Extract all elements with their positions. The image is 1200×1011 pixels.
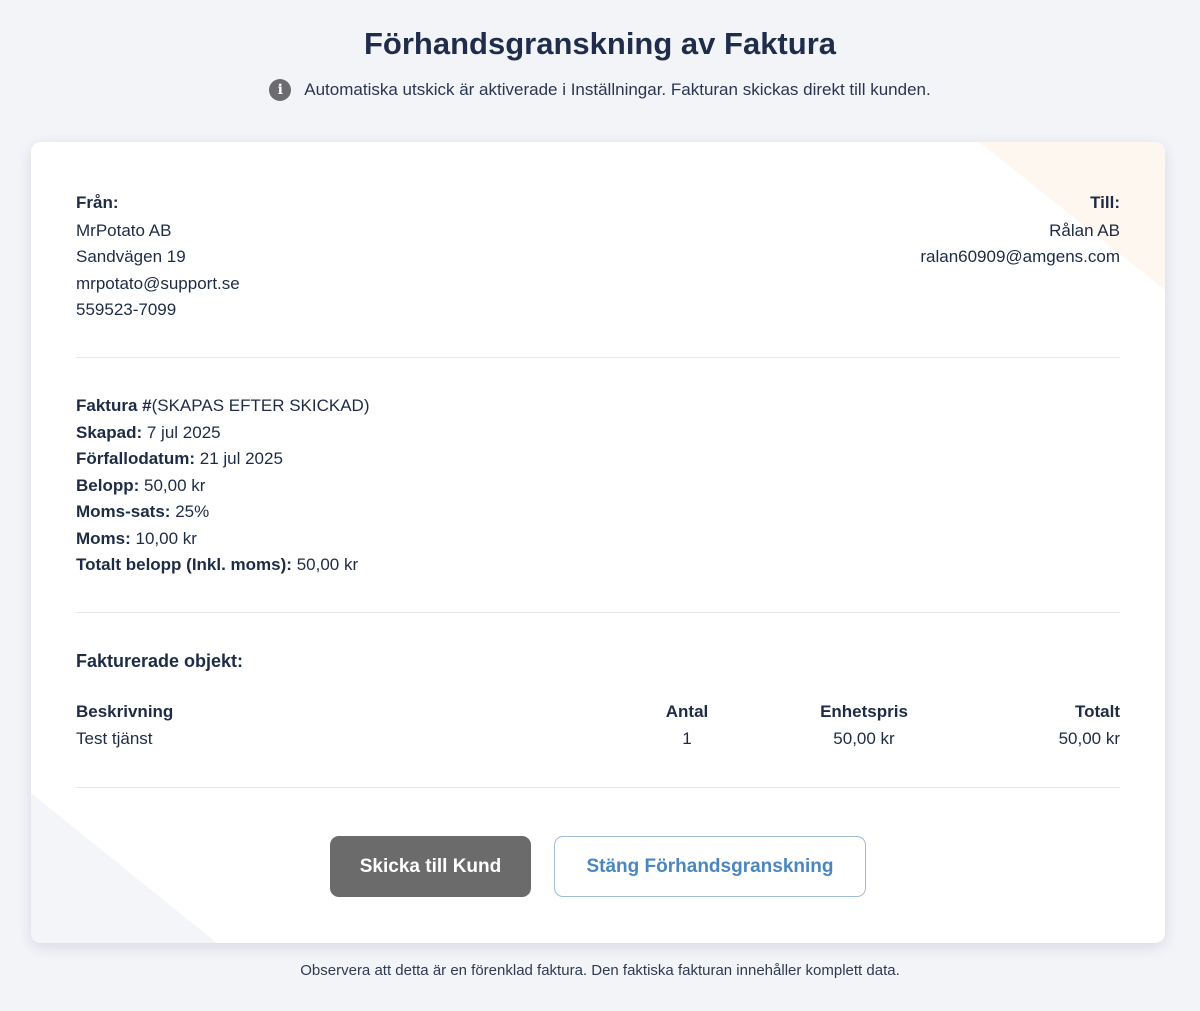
vat-value: 10,00 kr [135, 528, 197, 548]
sender-org-number: 559523-7099 [76, 300, 177, 319]
invoice-number-row: Faktura #(SKAPAS EFTER SKICKAD) [76, 393, 370, 420]
send-to-customer-button[interactable]: Skicka till Kund [330, 836, 531, 897]
invoice-number-label: Faktura # [76, 396, 152, 415]
divider [76, 787, 1120, 788]
item-quantity: 1 [682, 729, 692, 748]
recipient-block: Till: Rålan AB ralan60909@amgens.com [920, 190, 1120, 271]
due-date-value: 21 jul 2025 [199, 449, 283, 468]
vat-label: Moms: [76, 528, 131, 548]
sender-email: mrpotato@support.se [76, 273, 240, 293]
info-icon: i [269, 79, 292, 101]
vat-rate-value: 25% [175, 502, 210, 521]
recipient-email: ralan60909@amgens.com [920, 247, 1120, 266]
sender-address: Sandvägen 19 [76, 247, 186, 266]
created-row: Skapad: 7 jul 2025 [76, 420, 370, 447]
created-label: Skapad: [76, 422, 143, 442]
sender-name: MrPotato AB [76, 220, 172, 240]
due-date-row: Förfallodatum: 21 jul 2025 [76, 446, 370, 473]
items-title: Fakturerade objekt: [76, 651, 244, 671]
divider [76, 357, 1120, 358]
auto-send-notice: i Automatiska utskick är aktiverade i In… [0, 79, 1200, 101]
footer-note: Observera att detta är en förenklad fakt… [300, 962, 900, 979]
sender-block: Från: MrPotato AB Sandvägen 19 mrpotato@… [76, 190, 240, 324]
divider [76, 612, 1120, 613]
total-label: Totalt belopp (Inkl. moms): [76, 555, 292, 574]
vat-row: Moms: 10,00 kr [76, 526, 370, 553]
vat-rate-label: Moms-sats: [76, 502, 171, 521]
column-header-total: Totalt [1074, 702, 1120, 721]
corner-decoration [31, 793, 217, 943]
recipient-name: Rålan AB [1049, 220, 1120, 240]
invoice-preview-card: Från: MrPotato AB Sandvägen 19 mrpotato@… [31, 142, 1165, 943]
recipient-heading: Till: [1090, 193, 1120, 212]
amount-label: Belopp: [76, 475, 140, 495]
amount-row: Belopp: 50,00 kr [76, 473, 370, 500]
total-row: Totalt belopp (Inkl. moms): 50,00 kr [76, 552, 370, 579]
item-total: 50,00 kr [1058, 729, 1120, 748]
column-header-quantity: Antal [665, 702, 709, 721]
column-header-unit-price: Enhetspris [820, 702, 908, 721]
vat-rate-row: Moms-sats: 25% [76, 499, 370, 526]
item-description: Test tjänst [76, 729, 153, 748]
close-preview-button[interactable]: Stäng Förhandsgranskning [554, 836, 866, 897]
amount-value: 50,00 kr [144, 475, 206, 495]
column-header-description: Beskrivning [76, 702, 174, 721]
page-title: Förhandsgranskning av Faktura [364, 26, 836, 61]
item-unit-price: 50,00 kr [833, 729, 895, 748]
invoice-number-value: (SKAPAS EFTER SKICKAD) [151, 396, 370, 415]
total-value: 50,00 kr [296, 555, 359, 574]
notice-text: Automatiska utskick är aktiverade i Inst… [304, 80, 931, 99]
sender-heading: Från: [76, 193, 119, 212]
due-date-label: Förfallodatum: [76, 449, 195, 468]
created-value: 7 jul 2025 [146, 422, 221, 442]
invoice-details: Faktura #(SKAPAS EFTER SKICKAD) Skapad: … [76, 393, 370, 579]
